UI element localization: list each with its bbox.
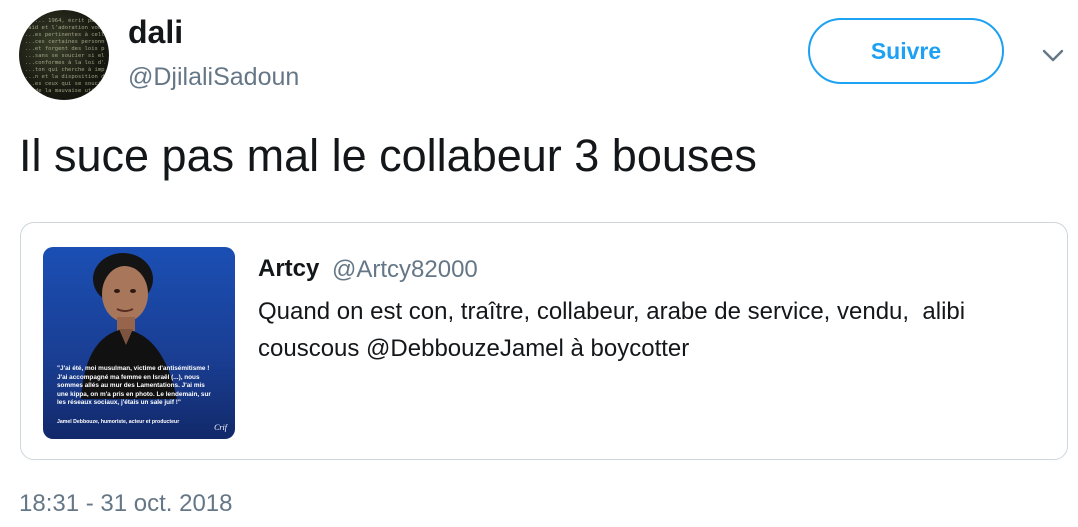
quoted-tweet-text: Quand on est con, traître, collabeur, ar… <box>258 293 1048 367</box>
image-watermark: Crif <box>214 423 227 432</box>
caption-line: une kippa, on m'a pris en photo. Le lend… <box>57 390 211 398</box>
tweet-text: Il suce pas mal le collabeur 3 bouses <box>19 130 757 181</box>
quoted-author-name[interactable]: Artcy <box>258 255 319 283</box>
caption-line: sommes allés au mur des Lamentations. J'… <box>57 382 205 390</box>
image-credit: Jamel Debbouze, humoriste, acteur et pro… <box>57 419 180 425</box>
quoted-text-line: couscous @DebbouzeJamel à boycotter <box>258 335 690 362</box>
author-avatar[interactable]: ...... 1964, écrit par Sayy Saïd et l'ad… <box>19 10 109 100</box>
caption-line: les réseaux sociaux, j'étais un sale jui… <box>57 399 181 407</box>
author-handle[interactable]: @DjilaliSadoun <box>128 63 299 92</box>
image-caption: "J'ai été, moi musulman, victime d'antis… <box>57 365 223 408</box>
chevron-down-icon[interactable] <box>1040 42 1066 68</box>
quoted-tweet-card[interactable]: "J'ai été, moi musulman, victime d'antis… <box>20 222 1068 460</box>
quoted-author-handle[interactable]: @Artcy82000 <box>332 256 478 284</box>
caption-line: J'ai accompagné ma femme en Israël (...)… <box>57 373 200 381</box>
tweet-timestamp[interactable]: 18:31 - 31 oct. 2018 <box>19 490 233 518</box>
caption-line: "J'ai été, moi musulman, victime d'antis… <box>57 365 210 372</box>
avatar-texture: ...... 1964, écrit par Sayy Saïd et l'ad… <box>25 18 105 94</box>
quoted-text-line: Quand on est con, traître, collabeur, ar… <box>258 298 966 325</box>
quoted-tweet-image[interactable]: "J'ai été, moi musulman, victime d'antis… <box>43 247 235 439</box>
follow-button[interactable]: Suivre <box>808 18 1004 84</box>
author-name[interactable]: dali <box>128 14 183 51</box>
